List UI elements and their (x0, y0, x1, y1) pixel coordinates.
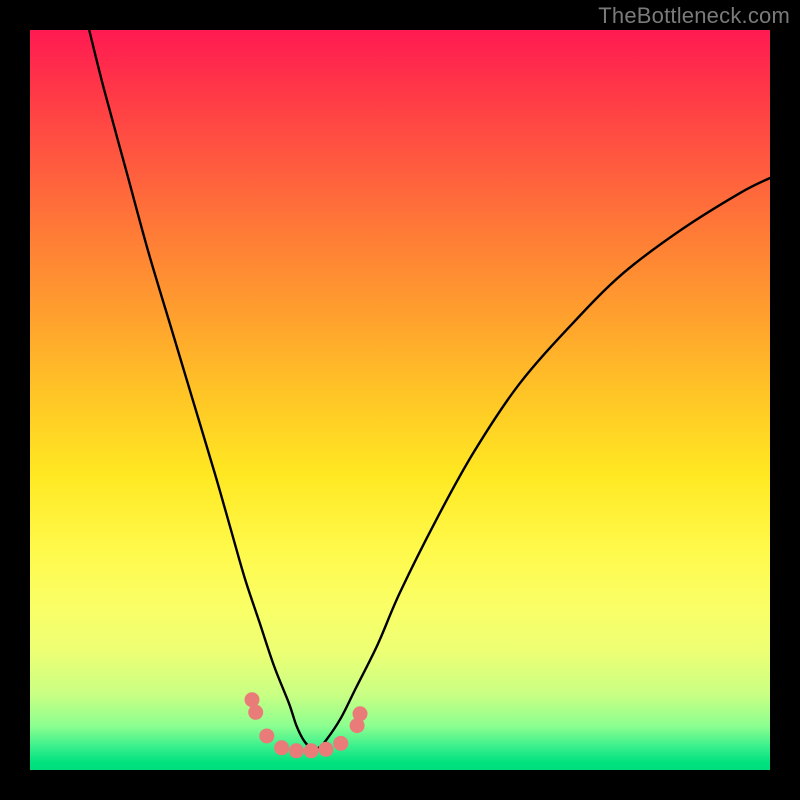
bottleneck-curve (89, 30, 770, 749)
data-point (304, 743, 319, 758)
chart-frame: TheBottleneck.com (0, 0, 800, 800)
data-point (353, 706, 368, 721)
data-point (289, 743, 304, 758)
watermark-text: TheBottleneck.com (598, 3, 790, 29)
data-point (333, 736, 348, 751)
data-point (274, 740, 289, 755)
data-point (248, 705, 263, 720)
data-point (259, 728, 274, 743)
data-point (319, 742, 334, 757)
plot-area (30, 30, 770, 770)
curve-layer (30, 30, 770, 770)
